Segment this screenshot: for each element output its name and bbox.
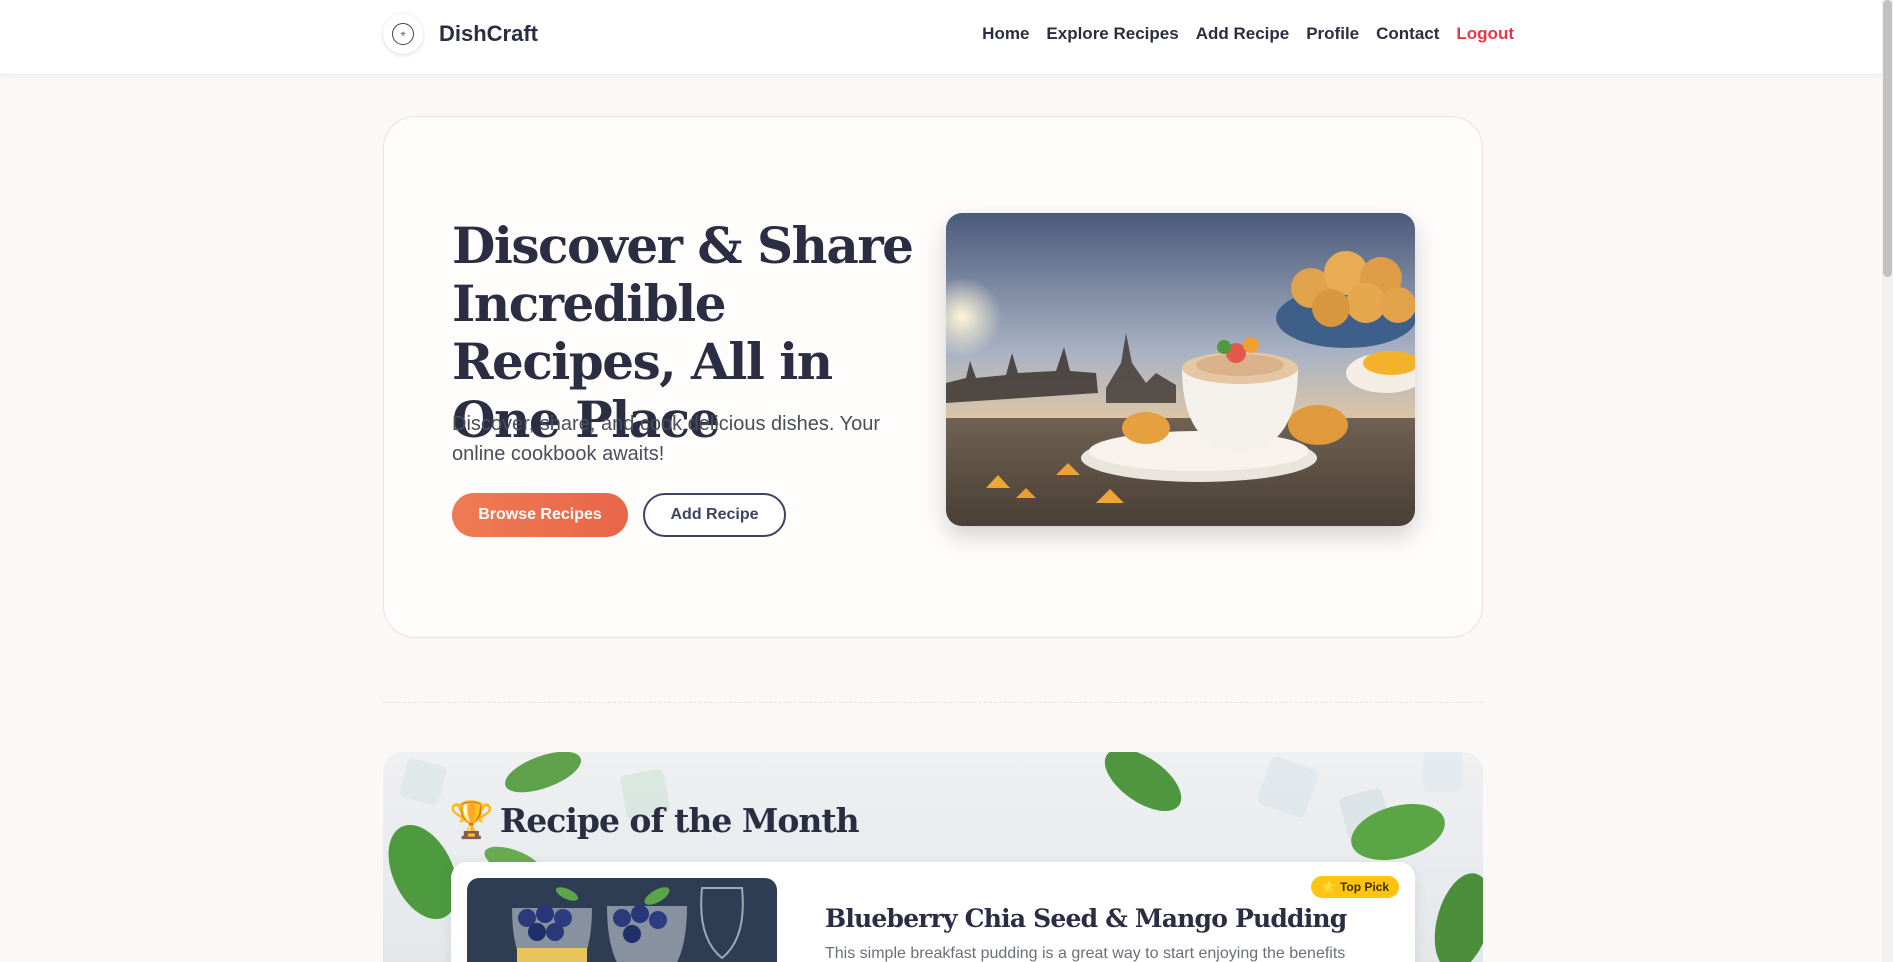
nav-profile[interactable]: Profile bbox=[1306, 24, 1359, 44]
hero-subtitle: Discover, share, and cook delicious dish… bbox=[452, 413, 881, 465]
star-icon: ⭐ bbox=[1321, 880, 1336, 894]
hero-food-image bbox=[946, 213, 1415, 526]
brand-name[interactable]: DishCraft bbox=[439, 21, 538, 47]
recipe-of-month-heading: Recipe of the Month bbox=[499, 800, 860, 840]
featured-recipe-image[interactable] bbox=[467, 878, 777, 962]
top-pick-badge: ⭐ Top Pick bbox=[1311, 876, 1400, 898]
recipe-of-month-title: 🏆 Recipe of the Month bbox=[449, 799, 860, 840]
hero-food-illustration bbox=[946, 213, 1415, 526]
scroll-thumb[interactable] bbox=[1883, 0, 1892, 277]
featured-recipe-description: This simple breakfast pudding is a great… bbox=[825, 945, 1346, 962]
page-scrollbar[interactable] bbox=[1882, 0, 1893, 962]
brand[interactable]: ⌖ DishCraft bbox=[383, 14, 538, 54]
trophy-icon: 🏆 bbox=[449, 799, 494, 840]
logo[interactable]: ⌖ bbox=[383, 14, 423, 54]
pudding-illustration bbox=[467, 878, 777, 962]
nav-logout[interactable]: Logout bbox=[1456, 24, 1514, 44]
hero-section: Discover & Share Incredible Recipes, All… bbox=[383, 116, 1483, 638]
nav-home[interactable]: Home bbox=[982, 24, 1029, 44]
nav-links: Home Explore Recipes Add Recipe Profile … bbox=[982, 24, 1514, 44]
add-recipe-button[interactable]: Add Recipe bbox=[643, 493, 786, 537]
nav-contact[interactable]: Contact bbox=[1376, 24, 1439, 44]
badge-label: Top Pick bbox=[1339, 880, 1390, 894]
browse-recipes-button[interactable]: Browse Recipes bbox=[452, 493, 628, 537]
nav-explore-recipes[interactable]: Explore Recipes bbox=[1046, 24, 1178, 44]
navbar: ⌖ DishCraft Home Explore Recipes Add Rec… bbox=[0, 0, 1882, 75]
recipe-of-month-section: 🏆 Recipe of the Month ⭐ Top Pick Blueber… bbox=[383, 752, 1483, 962]
featured-recipe-card[interactable]: ⭐ Top Pick Blueberry Chia Seed & Mango P… bbox=[451, 862, 1415, 962]
section-divider bbox=[383, 702, 1483, 703]
nav-add-recipe[interactable]: Add Recipe bbox=[1196, 24, 1290, 44]
logo-icon: ⌖ bbox=[392, 23, 414, 45]
featured-recipe-title[interactable]: Blueberry Chia Seed & Mango Pudding bbox=[825, 904, 1347, 933]
